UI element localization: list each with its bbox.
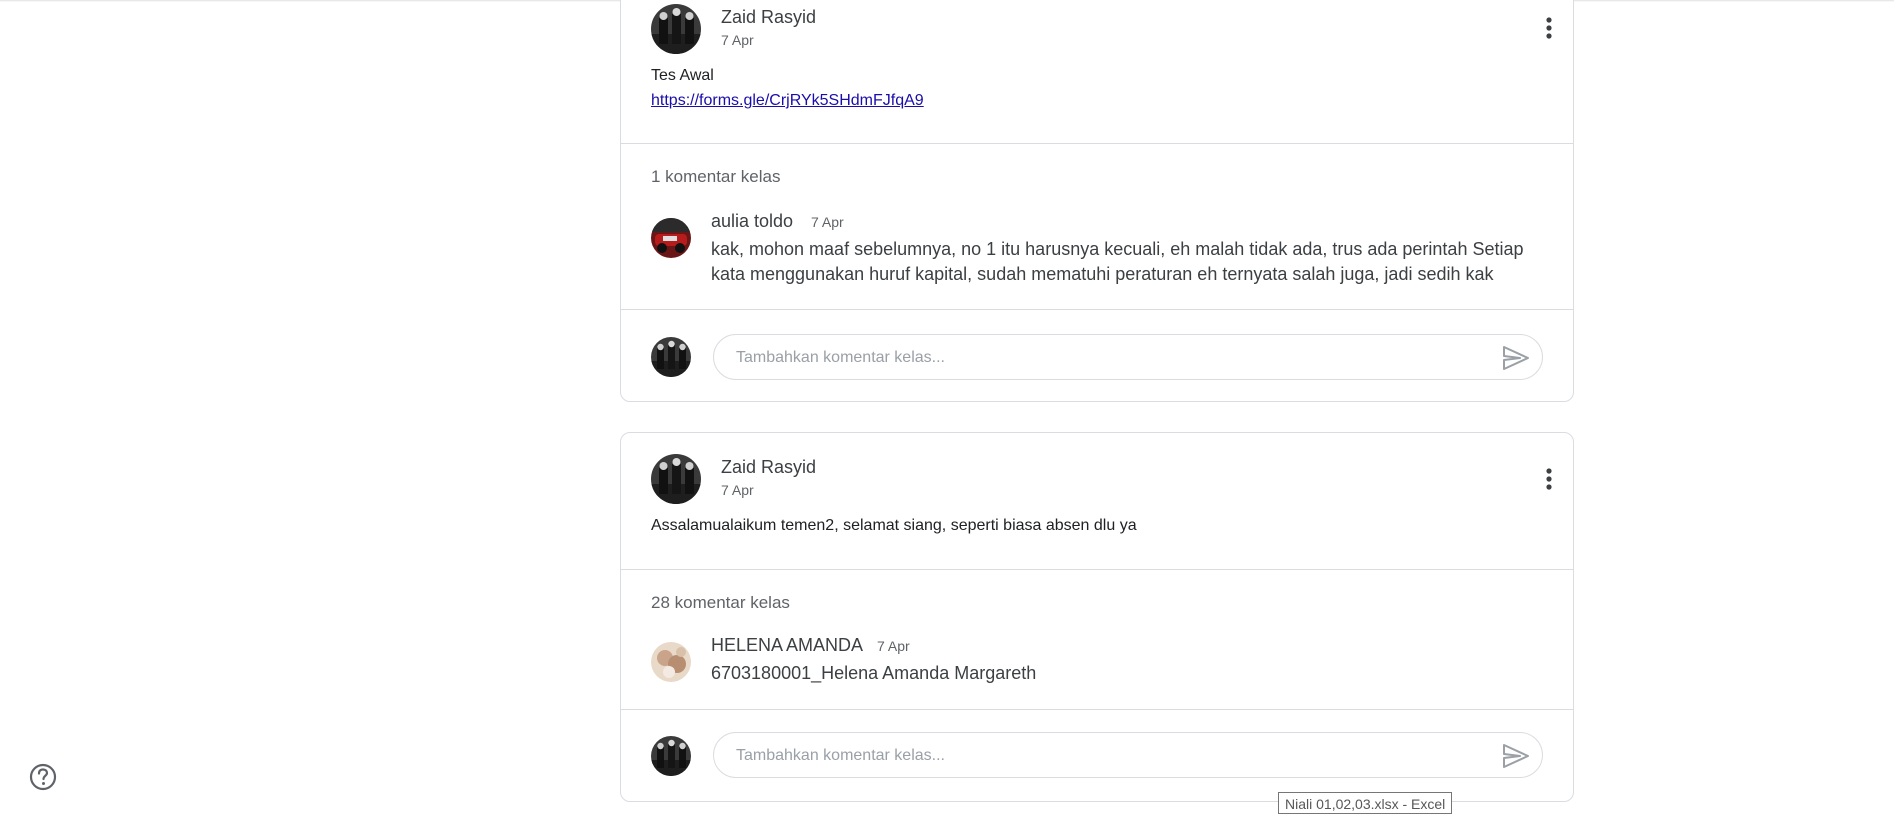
commenter-avatar — [651, 642, 691, 682]
help-button[interactable] — [28, 762, 58, 792]
commenter-avatar — [651, 218, 691, 258]
teacher-avatar[interactable] — [651, 4, 701, 54]
class-comments-count[interactable]: 28 komentar kelas — [651, 593, 790, 613]
teacher-avatar[interactable] — [651, 454, 701, 504]
post-date: 7 Apr — [721, 482, 754, 498]
post-more-options-button[interactable] — [1529, 8, 1569, 48]
comment-author: HELENA AMANDA — [711, 635, 864, 655]
divider — [621, 709, 1573, 710]
post-date: 7 Apr — [721, 32, 754, 48]
comment-text-line: kak, mohon maaf sebelumnya, no 1 itu har… — [711, 239, 1524, 259]
class-comment-box — [713, 732, 1543, 778]
divider — [621, 309, 1573, 310]
post-text: Assalamualaikum temen2, selamat siang, s… — [651, 517, 1137, 534]
stream-post-card: Zaid Rasyid 7 Apr Tes Awal https://forms… — [620, 0, 1574, 402]
comment-date: 7 Apr — [811, 214, 844, 230]
my-avatar — [651, 337, 691, 377]
class-comment-input[interactable] — [734, 743, 1498, 769]
send-icon — [1503, 744, 1529, 768]
stream-post-card: Zaid Rasyid 7 Apr Assalamualaikum temen2… — [620, 432, 1574, 802]
class-comment-input[interactable] — [734, 345, 1498, 371]
comment-author: aulia toldo — [711, 211, 794, 231]
help-circle-icon — [29, 763, 57, 791]
taskbar-tooltip: Niali 01,02,03.xlsx - Excel — [1278, 792, 1453, 814]
comment-text-line: 6703180001_Helena Amanda Margareth — [711, 663, 1037, 683]
send-comment-button[interactable] — [1502, 345, 1530, 371]
post-text: Tes Awal — [651, 67, 714, 84]
my-avatar — [651, 736, 691, 776]
divider — [621, 143, 1573, 144]
comment-text-line: kata menggunakan huruf kapital, sudah me… — [711, 264, 1494, 284]
send-comment-button[interactable] — [1502, 743, 1530, 769]
divider — [621, 569, 1573, 570]
more-vert-icon — [1546, 17, 1552, 39]
send-icon — [1503, 346, 1529, 370]
post-more-options-button[interactable] — [1529, 459, 1569, 499]
comment-date: 7 Apr — [877, 638, 910, 654]
post-link[interactable]: https://forms.gle/CrjRYk5SHdmFJfqA9 — [651, 92, 924, 110]
more-vert-icon — [1546, 468, 1552, 490]
post-author: Zaid Rasyid — [721, 457, 817, 477]
class-comments-count[interactable]: 1 komentar kelas — [651, 167, 780, 187]
post-author: Zaid Rasyid — [721, 7, 817, 27]
class-comment-box — [713, 334, 1543, 380]
